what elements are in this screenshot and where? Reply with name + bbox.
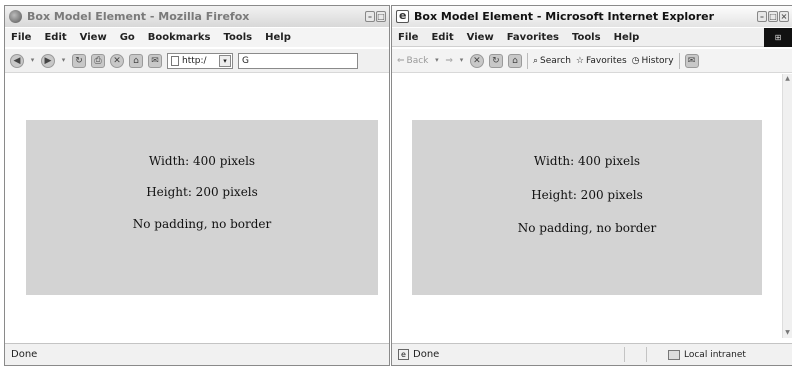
mail-icon[interactable]: ✉ — [684, 53, 699, 68]
firefox-window-title: Box Model Element - Mozilla Firefox — [27, 10, 250, 23]
firefox-window: Box Model Element - Mozilla Firefox – □ … — [4, 5, 390, 366]
ie-titlebar[interactable]: Box Model Element - Microsoft Internet E… — [392, 6, 792, 27]
history-icon: ◷ — [631, 55, 640, 66]
menu-go[interactable]: Go — [120, 32, 135, 43]
menu-view[interactable]: View — [80, 32, 107, 43]
ie-icon — [396, 9, 409, 23]
favorites-icon: ☆ — [575, 55, 584, 66]
firefox-navigation-toolbar: ◀ ▾ ▶ ▾ ↻ ⎙ ✕ ⌂ ✉ http:/ ▾ G — [5, 49, 389, 73]
back-arrow-icon: ⇐ — [397, 55, 405, 66]
ie-window: Box Model Element - Microsoft Internet E… — [391, 5, 792, 366]
intranet-icon — [668, 349, 680, 360]
box-note-label: No padding, no border — [517, 221, 657, 235]
back-button[interactable]: ⇐ Back — [397, 56, 428, 66]
windows-flag-icon: ⊞ — [764, 28, 792, 47]
stop-icon[interactable]: ✕ — [469, 53, 484, 68]
vertical-scrollbar[interactable]: ▲ ▼ — [782, 74, 792, 338]
search-icon: ⌕ — [532, 55, 538, 66]
status-text: Done — [413, 349, 440, 360]
security-zone: Local intranet — [668, 344, 746, 365]
address-text: http:/ — [182, 55, 207, 66]
menu-edit[interactable]: Edit — [431, 32, 453, 43]
ie-menubar: File Edit View Favorites Tools Help ⊞ — [392, 28, 792, 47]
zone-label: Local intranet — [684, 349, 746, 360]
reload-icon[interactable]: ↻ — [72, 53, 86, 68]
search-engine-icon: G — [242, 55, 249, 66]
toolbar-separator — [526, 52, 528, 69]
favorites-button[interactable]: ☆ Favorites — [576, 56, 627, 66]
address-bar[interactable]: http:/ ▾ — [167, 52, 233, 69]
scroll-up-icon[interactable]: ▲ — [783, 74, 792, 84]
forward-button[interactable]: ⇒ — [445, 56, 453, 66]
search-button[interactable]: ⌕ Search — [533, 56, 571, 66]
search-input[interactable]: G — [238, 52, 358, 69]
menu-tools[interactable]: Tools — [223, 32, 252, 43]
minimize-button[interactable]: – — [365, 11, 375, 22]
history-label: History — [641, 55, 674, 66]
firefox-titlebar[interactable]: Box Model Element - Mozilla Firefox – □ — [5, 6, 389, 27]
close-button[interactable]: × — [779, 11, 789, 22]
box-model-element: Width: 400 pixels Height: 200 pixels No … — [412, 120, 762, 295]
forward-dropdown-icon[interactable]: ▾ — [458, 57, 465, 64]
stop-icon[interactable]: ✕ — [110, 53, 124, 68]
status-divider — [646, 347, 647, 362]
scroll-down-icon[interactable]: ▼ — [783, 328, 792, 338]
box-width-label: Width: 400 pixels — [533, 154, 641, 168]
status-text: Done — [11, 349, 38, 360]
page-done-icon: e — [398, 349, 409, 360]
toolbar-separator — [678, 52, 680, 69]
firefox-menubar: File Edit View Go Bookmarks Tools Help — [5, 28, 389, 47]
box-height-label: Height: 200 pixels — [531, 188, 643, 202]
favorites-label: Favorites — [586, 55, 627, 66]
firefox-statusbar: Done — [5, 343, 389, 365]
minimize-button[interactable]: – — [757, 11, 767, 22]
menu-file[interactable]: File — [11, 32, 31, 43]
box-model-element: Width: 400 pixels Height: 200 pixels No … — [26, 120, 378, 295]
box-note-label: No padding, no border — [132, 217, 272, 231]
menu-edit[interactable]: Edit — [44, 32, 66, 43]
menu-tools[interactable]: Tools — [572, 32, 601, 43]
ie-page-content: Width: 400 pixels Height: 200 pixels No … — [392, 74, 782, 338]
maximize-button[interactable]: □ — [376, 11, 386, 22]
status-divider — [624, 347, 625, 362]
refresh-icon[interactable]: ↻ — [488, 53, 503, 68]
menu-view[interactable]: View — [467, 32, 494, 43]
menu-help[interactable]: Help — [265, 32, 291, 43]
menu-favorites[interactable]: Favorites — [507, 32, 559, 43]
ie-standard-toolbar: ⇐ Back ▾ ⇒ ▾ ✕ ↻ ⌂ ⌕ Search ☆ Favorites ◷ Hi… — [392, 49, 792, 73]
firefox-page-content: Width: 400 pixels Height: 200 pixels No … — [5, 74, 389, 338]
menu-bookmarks[interactable]: Bookmarks — [148, 32, 211, 43]
ie-window-title: Box Model Element - Microsoft Internet E… — [414, 10, 715, 23]
history-button[interactable]: ◷ History — [632, 56, 674, 66]
address-dropdown-icon[interactable]: ▾ — [219, 54, 231, 67]
back-icon[interactable]: ◀ — [10, 53, 24, 68]
maximize-button[interactable]: □ — [768, 11, 778, 22]
back-dropdown-icon[interactable]: ▾ — [29, 57, 36, 64]
ie-statusbar: e Done Local intranet — [392, 343, 792, 365]
home-icon[interactable]: ⌂ — [507, 53, 522, 68]
back-label: Back — [406, 55, 429, 66]
firefox-icon — [9, 10, 22, 23]
print-icon[interactable]: ⎙ — [91, 53, 105, 68]
back-dropdown-icon[interactable]: ▾ — [433, 57, 440, 64]
menu-file[interactable]: File — [398, 32, 418, 43]
mail-icon[interactable]: ✉ — [148, 53, 162, 68]
search-label: Search — [540, 55, 571, 66]
forward-icon[interactable]: ▶ — [41, 53, 55, 68]
page-icon — [171, 55, 179, 66]
box-height-label: Height: 200 pixels — [146, 185, 258, 199]
box-width-label: Width: 400 pixels — [148, 154, 256, 168]
forward-dropdown-icon[interactable]: ▾ — [60, 57, 67, 64]
home-icon[interactable]: ⌂ — [129, 53, 143, 68]
menu-help[interactable]: Help — [614, 32, 640, 43]
